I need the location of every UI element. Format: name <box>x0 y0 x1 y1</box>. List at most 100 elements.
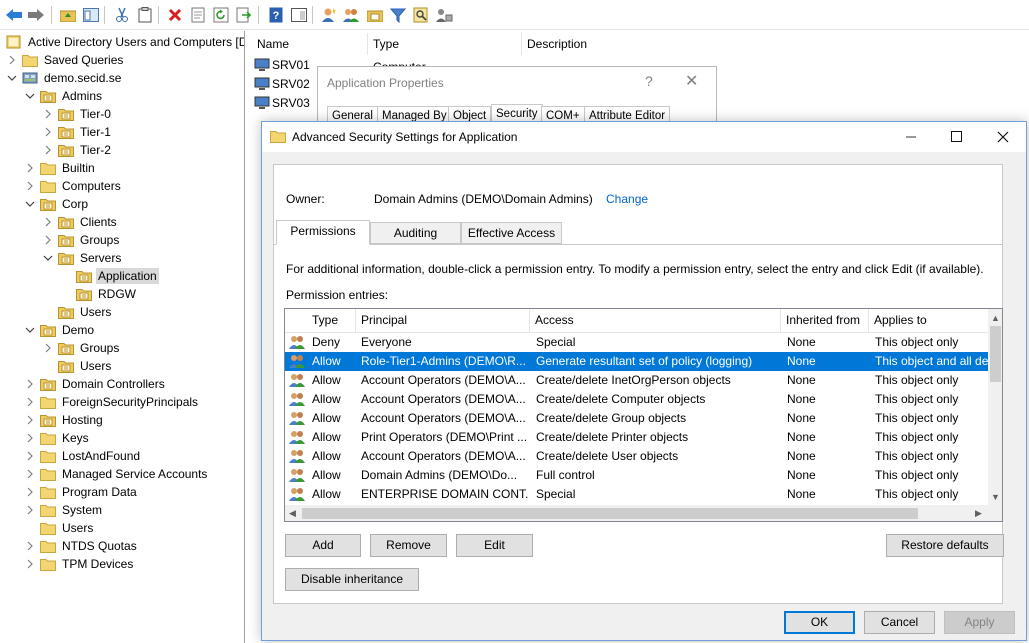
export-list-icon[interactable] <box>234 5 254 25</box>
chevron-right-icon[interactable] <box>24 555 36 573</box>
chevron-down-icon[interactable] <box>42 249 54 267</box>
tree-root[interactable]: Active Directory Users and Computers [D <box>6 33 244 51</box>
find-icon[interactable] <box>411 5 431 25</box>
list-item[interactable]: SRV03 <box>254 94 310 112</box>
tree-item[interactable]: ForeignSecurityPrincipals <box>24 393 200 411</box>
column-header-access[interactable]: Access <box>530 309 781 333</box>
list-item[interactable]: SRV01 <box>254 56 310 74</box>
tab-auditing[interactable]: Auditing <box>370 222 461 244</box>
change-owner-link[interactable]: Change <box>606 192 648 206</box>
restore-defaults-button[interactable]: Restore defaults <box>886 534 1004 557</box>
vertical-scroll-thumb[interactable] <box>990 326 1001 382</box>
chevron-down-icon[interactable] <box>6 69 18 87</box>
minimize-button[interactable] <box>888 122 934 152</box>
tab-effective-access[interactable]: Effective Access <box>461 222 562 244</box>
column-header-inherited-from[interactable]: Inherited from <box>781 309 869 333</box>
help-button[interactable]: ? <box>645 73 653 89</box>
tree-item[interactable]: Managed Service Accounts <box>24 465 209 483</box>
permission-entry-row[interactable]: Allow Account Operators (DEMO\A... Create/… <box>285 409 988 428</box>
permission-entries-list[interactable]: Type Principal Access Inherited from App… <box>284 308 1003 522</box>
chevron-right-icon[interactable] <box>24 465 36 483</box>
copy-icon[interactable] <box>135 5 155 25</box>
scroll-left-icon[interactable]: ◀ <box>285 505 300 521</box>
tree-item[interactable]: Domain Controllers <box>24 375 167 393</box>
tree-item[interactable]: Hosting <box>24 411 105 429</box>
close-button[interactable] <box>980 122 1026 152</box>
permission-entry-row[interactable]: Allow Domain Admins (DEMO\Do... Full contr… <box>285 466 988 485</box>
chevron-down-icon[interactable] <box>24 87 36 105</box>
help-icon[interactable]: ? <box>266 5 286 25</box>
add-ou-icon[interactable] <box>365 5 385 25</box>
tree-item[interactable]: Application <box>60 267 159 285</box>
chevron-right-icon[interactable] <box>24 159 36 177</box>
permission-entry-row[interactable]: Allow Print Operators (DEMO\Print ... Crea… <box>285 428 988 447</box>
tree-item[interactable]: Tier-2 <box>42 141 113 159</box>
chevron-right-icon[interactable] <box>24 447 36 465</box>
chevron-right-icon[interactable] <box>24 429 36 447</box>
dialog-titlebar[interactable]: Advanced Security Settings for Applicati… <box>262 122 1026 152</box>
tree-item[interactable]: Users <box>42 303 113 321</box>
scroll-down-icon[interactable]: ▼ <box>988 488 1002 505</box>
chevron-right-icon[interactable] <box>42 339 54 357</box>
scroll-up-icon[interactable]: ▲ <box>988 309 1002 326</box>
tree-item[interactable]: System <box>24 501 104 519</box>
tree-item[interactable]: Builtin <box>24 159 97 177</box>
edit-button[interactable]: Edit <box>456 534 533 557</box>
chevron-down-icon[interactable] <box>24 321 36 339</box>
column-header-applies-to[interactable]: Applies to <box>869 309 988 333</box>
column-header-type[interactable]: Type <box>285 309 356 333</box>
console-tree[interactable]: Active Directory Users and Computers [D … <box>0 31 245 643</box>
chevron-right-icon[interactable] <box>42 231 54 249</box>
chevron-right-icon[interactable] <box>24 411 36 429</box>
add-group-icon[interactable] <box>342 5 362 25</box>
list-item[interactable]: SRV02 <box>254 75 310 93</box>
up-folder-icon[interactable] <box>58 5 78 25</box>
refresh-icon[interactable] <box>211 5 231 25</box>
chevron-right-icon[interactable] <box>42 141 54 159</box>
chevron-right-icon[interactable] <box>24 537 36 555</box>
column-header-type[interactable]: Type <box>373 37 399 51</box>
tree-item[interactable]: demo.secid.se <box>6 69 123 87</box>
chevron-right-icon[interactable] <box>24 501 36 519</box>
chevron-down-icon[interactable] <box>24 195 36 213</box>
back-arrow-icon[interactable] <box>4 5 24 25</box>
tree-item[interactable]: Corp <box>24 195 90 213</box>
tree-item[interactable]: Users <box>24 519 95 537</box>
tree-item[interactable]: Admins <box>24 87 104 105</box>
permission-entry-row[interactable]: Deny Everyone Special None This object only <box>285 333 988 352</box>
properties-icon[interactable] <box>188 5 208 25</box>
tree-item[interactable]: Demo <box>24 321 96 339</box>
tree-item[interactable]: RDGW <box>60 285 138 303</box>
cut-icon[interactable] <box>112 5 132 25</box>
scroll-right-icon[interactable]: ▶ <box>971 505 986 521</box>
chevron-right-icon[interactable] <box>42 123 54 141</box>
horizontal-scrollbar[interactable]: ◀ ▶ <box>285 505 988 521</box>
disable-inheritance-button[interactable]: Disable inheritance <box>285 568 419 591</box>
cancel-button[interactable]: Cancel <box>864 611 935 634</box>
tree-item[interactable]: Groups <box>42 231 121 249</box>
permission-entry-row[interactable]: Allow Account Operators (DEMO\A... Create/… <box>285 447 988 466</box>
chevron-right-icon[interactable] <box>24 177 36 195</box>
chevron-right-icon[interactable] <box>42 105 54 123</box>
chevron-right-icon[interactable] <box>6 51 18 69</box>
tree-item[interactable]: Computers <box>24 177 123 195</box>
forward-arrow-icon[interactable] <box>26 5 46 25</box>
permission-entry-row[interactable]: Allow Account Operators (DEMO\A... Create/… <box>285 390 988 409</box>
horizontal-scroll-thumb[interactable] <box>302 508 918 519</box>
tree-item[interactable]: Users <box>42 357 113 375</box>
tree-item[interactable]: TPM Devices <box>24 555 135 573</box>
column-header-name[interactable]: Name <box>257 37 289 51</box>
apply-button[interactable]: Apply <box>944 611 1015 634</box>
tree-item[interactable]: Tier-1 <box>42 123 113 141</box>
permission-entry-row[interactable]: Allow Account Operators (DEMO\A... Create/… <box>285 371 988 390</box>
add-user-icon[interactable] <box>319 5 339 25</box>
permission-entry-row[interactable]: Allow ENTERPRISE DOMAIN CONT... Special Non… <box>285 485 988 504</box>
chevron-right-icon[interactable] <box>24 483 36 501</box>
column-header-description[interactable]: Description <box>527 37 587 51</box>
tree-item[interactable]: Keys <box>24 429 91 447</box>
tree-item[interactable]: Clients <box>42 213 119 231</box>
tree-item[interactable]: Groups <box>42 339 121 357</box>
tree-item[interactable]: Tier-0 <box>42 105 113 123</box>
move-icon[interactable] <box>434 5 454 25</box>
tree-item[interactable]: LostAndFound <box>24 447 142 465</box>
